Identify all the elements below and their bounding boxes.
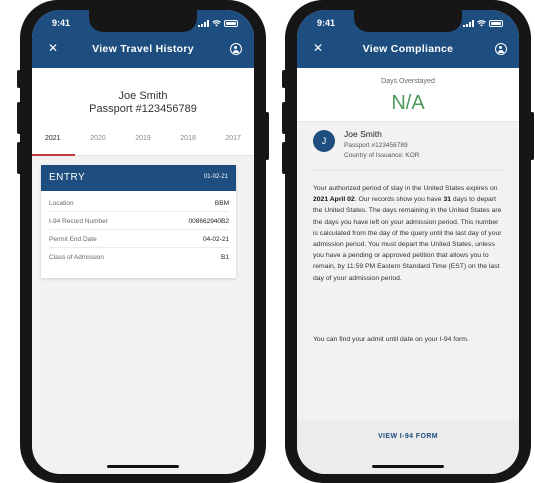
status-time: 9:41 xyxy=(317,18,336,28)
tab-2020[interactable]: 2020 xyxy=(90,134,106,155)
tab-2017[interactable]: 2017 xyxy=(225,134,241,155)
side-button xyxy=(530,112,534,160)
passport-number: Passport #123456789 xyxy=(344,142,408,149)
paragraph-text: days to depart the United States. The da… xyxy=(313,196,502,282)
entry-card[interactable]: ENTRY 01-02-21 Location BBM I-94 Record … xyxy=(41,165,236,278)
user-icon[interactable] xyxy=(230,43,242,55)
side-button xyxy=(282,142,286,174)
days-overstayed-value: N/A xyxy=(391,92,425,114)
battery-icon xyxy=(489,20,503,27)
paragraph-text: . Our records show you have xyxy=(354,196,444,204)
expiry-date: 2021 April 02 xyxy=(313,196,355,204)
status-icons xyxy=(198,20,238,27)
home-indicator[interactable] xyxy=(107,465,179,468)
wifi-icon xyxy=(477,20,486,27)
phone-right: 9:41 ✕ View Compliance Days Overstayed N… xyxy=(282,0,534,483)
detail-value: B1 xyxy=(221,254,229,261)
detail-value: 04-02-21 xyxy=(202,236,229,243)
side-button xyxy=(265,112,269,160)
entry-date: 01-02-21 xyxy=(203,174,228,180)
country-of-issuance: Country of Issuance: KOR xyxy=(344,152,420,159)
detail-label: Class of Admission xyxy=(49,254,104,261)
user-icon[interactable] xyxy=(495,43,507,55)
entry-heading: ENTRY xyxy=(49,172,86,183)
phone-left: 9:41 ✕ View Travel History Joe Smith Pas… xyxy=(17,0,269,483)
signal-icon xyxy=(463,20,474,27)
year-tabs: 2021 2020 2019 2018 2017 xyxy=(32,134,254,156)
side-button xyxy=(17,70,21,88)
row-divider xyxy=(49,247,229,248)
entry-card-header: ENTRY 01-02-21 xyxy=(41,165,236,191)
detail-value: BBM xyxy=(214,200,229,207)
compliance-paragraph: Your authorized period of stay in the Un… xyxy=(313,183,505,284)
side-button xyxy=(282,102,286,134)
battery-icon xyxy=(224,20,238,27)
paragraph-text: Your authorized period of stay in the Un… xyxy=(313,185,498,192)
detail-row: Class of Admission B1 xyxy=(49,254,229,268)
divider xyxy=(309,170,507,171)
detail-label: Location xyxy=(49,200,74,207)
days-overstayed-label: Days Overstayed xyxy=(381,78,435,85)
active-tab-indicator xyxy=(32,154,75,156)
notch xyxy=(89,10,197,32)
row-divider xyxy=(49,211,229,212)
detail-label: Permit End Date xyxy=(49,236,97,243)
side-button xyxy=(17,102,21,134)
row-divider xyxy=(49,229,229,230)
status-icons xyxy=(463,20,503,27)
i94-note: You can find your admit until date on yo… xyxy=(313,336,469,343)
traveler-name: Joe Smith xyxy=(344,129,382,139)
traveler-name: Joe Smith xyxy=(118,90,168,102)
tab-2019[interactable]: 2019 xyxy=(135,134,151,155)
page-title: View Compliance xyxy=(362,43,454,55)
home-indicator[interactable] xyxy=(372,465,444,468)
signal-icon xyxy=(198,20,209,27)
side-button xyxy=(282,70,286,88)
detail-label: I-94 Record Number xyxy=(49,218,108,225)
view-i94-form-button[interactable]: VIEW I-94 FORM xyxy=(297,433,519,440)
avatar: J xyxy=(313,130,335,152)
screen: 9:41 ✕ View Travel History Joe Smith Pas… xyxy=(32,10,254,474)
screen: 9:41 ✕ View Compliance Days Overstayed N… xyxy=(297,10,519,474)
side-button xyxy=(17,142,21,174)
days-remaining: 31 xyxy=(443,196,452,204)
page-title: View Travel History xyxy=(92,43,194,55)
status-time: 9:41 xyxy=(52,18,71,28)
tab-2018[interactable]: 2018 xyxy=(180,134,196,155)
notch xyxy=(354,10,462,32)
passport-number: Passport #123456789 xyxy=(89,103,197,115)
detail-value: 008662940B2 xyxy=(188,218,230,225)
wifi-icon xyxy=(212,20,221,27)
tab-2021[interactable]: 2021 xyxy=(45,134,61,155)
